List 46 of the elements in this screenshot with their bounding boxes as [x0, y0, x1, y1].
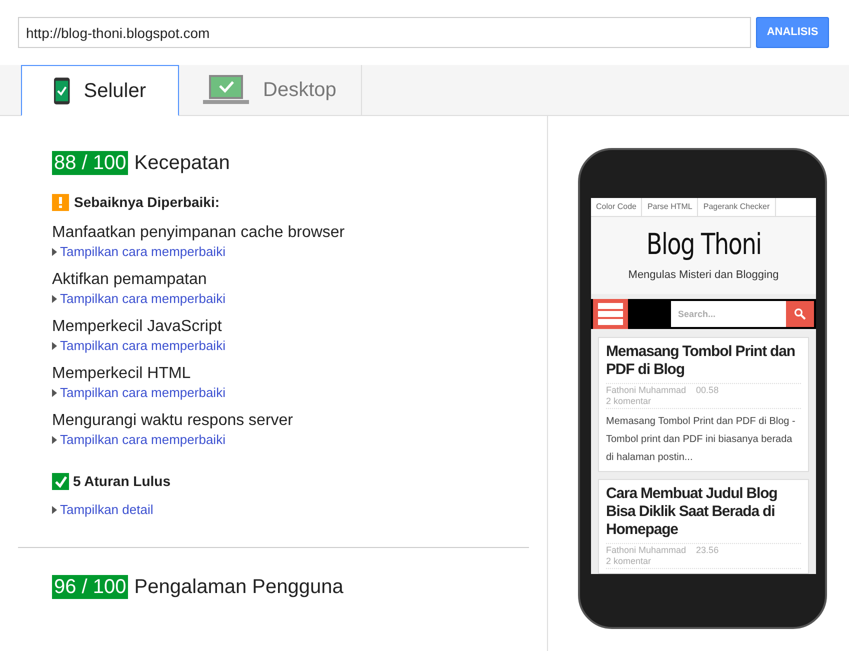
fix-link[interactable]: Tampilkan cara memperbaiki	[52, 290, 495, 307]
details-link[interactable]: Tampilkan detail	[52, 500, 495, 520]
caret-icon	[52, 342, 57, 350]
laptop-check-icon	[203, 75, 249, 105]
fix-link[interactable]: Tampilkan cara memperbaiki	[52, 384, 495, 401]
score-badge: 96 / 100	[52, 574, 128, 598]
search-field[interactable]: Search...	[671, 300, 786, 327]
time-label: 23.56	[696, 545, 719, 556]
score-badge: 88 / 100	[52, 151, 128, 175]
blog-title: Blog Thoni	[646, 227, 761, 262]
rule-title: Memperkecil JavaScript	[52, 317, 223, 337]
menu-icon[interactable]	[593, 298, 628, 329]
tab[interactable]: Seluler	[21, 65, 179, 116]
blog-subtitle: Mengulas Misteri dan Blogging	[628, 268, 779, 284]
caret-icon	[52, 294, 57, 302]
passed-heading: 5 Aturan Lulus	[73, 472, 170, 491]
fix-link[interactable]: Tampilkan cara memperbaiki	[52, 431, 495, 448]
caret-icon	[52, 388, 57, 396]
nav-link[interactable]: Pagerank Checker	[698, 198, 776, 216]
post-title[interactable]: Memasang Tombol Print dan PDF di Blog	[606, 343, 801, 379]
tab[interactable]: Desktop	[179, 65, 362, 115]
section-title: Kecepatan	[134, 151, 230, 176]
author-label: Fathoni Muhammad	[606, 545, 686, 556]
rule-title: Memperkecil HTML	[52, 364, 192, 384]
comment-count: 2 komentar	[606, 556, 652, 566]
post-excerpt: Memasang Tombol Print dan PDF di Blog - Tombol print dan PDF ini biasanya berada di halaman postin...	[606, 415, 796, 465]
nav-link[interactable]: Parse HTML	[642, 198, 698, 216]
rule-title: Mengurangi waktu respons server	[52, 411, 294, 431]
author-label: Fathoni Muhammad	[606, 385, 686, 396]
rule-title: Aktifkan pemampatan	[52, 270, 208, 290]
search-icon[interactable]	[786, 300, 814, 327]
caret-icon	[52, 506, 57, 514]
nav-link[interactable]: Color Code	[591, 198, 642, 216]
caret-icon	[52, 436, 57, 444]
fix-link[interactable]: Tampilkan cara memperbaiki	[52, 243, 495, 260]
warning-heading: Sebaiknya Diperbaiki:	[74, 193, 220, 212]
section-title: Pengalaman Pengguna	[134, 574, 344, 600]
check-icon	[52, 473, 69, 490]
warning-icon	[52, 194, 69, 211]
rule-title: Manfaatkan penyimpanan cache browser	[52, 223, 346, 243]
caret-icon	[52, 248, 57, 256]
post-title[interactable]: Cara Membuat Judul Blog Bisa Diklik Saat Berada di Homepage	[606, 485, 801, 539]
time-label: 00.58	[696, 385, 719, 396]
url-field[interactable]: http://blog-thoni.blogspot.com	[18, 17, 751, 48]
fix-link[interactable]: Tampilkan cara memperbaiki	[52, 337, 495, 354]
comment-count: 2 komentar	[606, 396, 652, 406]
